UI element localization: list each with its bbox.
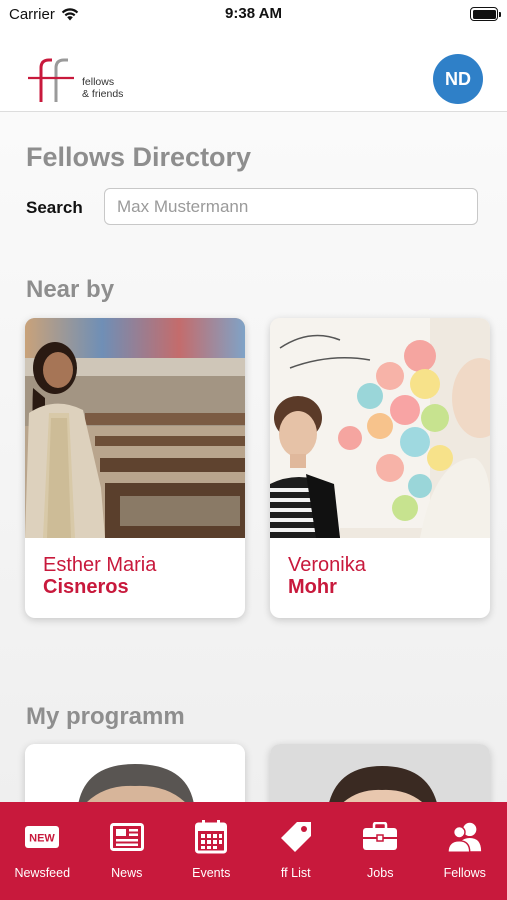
tab-fellows[interactable]: Fellows	[423, 802, 507, 900]
fellow-card[interactable]: Esther Maria Cisneros	[25, 318, 245, 618]
logo-text: fellows & friends	[82, 76, 123, 102]
tab-events[interactable]: Events	[169, 802, 254, 900]
battery-icon	[470, 7, 501, 21]
app-logo[interactable]: fellows & friends	[28, 58, 123, 102]
fellow-photo	[25, 318, 245, 538]
tab-newsfeed[interactable]: NEW Newsfeed	[0, 802, 85, 900]
page-title: Fellows Directory	[26, 142, 252, 172]
status-bar: Carrier 9:38 AM	[0, 0, 507, 30]
app-header: fellows & friends ND	[0, 30, 507, 112]
fellow-photo	[270, 744, 490, 802]
status-time: 9:38 AM	[225, 5, 282, 22]
tab-label: ff List	[280, 866, 311, 880]
tab-label: Events	[192, 866, 231, 880]
tab-label: Fellows	[443, 866, 486, 880]
new-badge-icon: NEW	[24, 820, 60, 854]
tab-label: News	[111, 866, 143, 880]
fellow-first-name: Veronika	[288, 554, 366, 576]
programm-card[interactable]	[270, 744, 490, 802]
programm-card[interactable]	[25, 744, 245, 802]
search-input[interactable]	[104, 188, 478, 225]
new-badge-text: NEW	[29, 833, 55, 845]
logo-line1: fellows	[82, 76, 115, 88]
people-icon	[446, 820, 483, 854]
tag-icon	[278, 820, 314, 854]
bottom-tab-bar: NEW Newsfeed News Events ff List Jobs Fe…	[0, 802, 507, 900]
fellow-card-info: Esther Maria Cisneros	[25, 538, 245, 618]
nearby-section-title: Near by	[26, 276, 115, 303]
tab-ff-list[interactable]: ff List	[254, 802, 339, 900]
briefcase-icon	[362, 820, 398, 854]
search-label: Search	[26, 198, 83, 217]
tab-jobs[interactable]: Jobs	[338, 802, 423, 900]
newspaper-icon	[109, 820, 145, 854]
programm-section-title: My programm	[26, 703, 185, 730]
calendar-icon	[193, 820, 229, 854]
ff-logo-icon	[28, 58, 74, 102]
main-content[interactable]: Fellows Directory Search Near by	[0, 112, 507, 802]
fellow-card-info: Veronika Mohr	[270, 538, 490, 618]
user-avatar[interactable]: ND	[433, 54, 483, 104]
fellow-first-name: Esther Maria	[43, 554, 157, 576]
tab-label: Newsfeed	[14, 866, 71, 880]
fellow-photo	[270, 318, 490, 538]
fellow-photo	[25, 744, 245, 802]
tab-label: Jobs	[367, 866, 394, 880]
fellow-card[interactable]: Veronika Mohr	[270, 318, 490, 618]
logo-line2: & friends	[82, 88, 124, 100]
tab-news[interactable]: News	[85, 802, 170, 900]
fellow-last-name: Cisneros	[43, 576, 129, 598]
fellow-last-name: Mohr	[288, 576, 337, 598]
